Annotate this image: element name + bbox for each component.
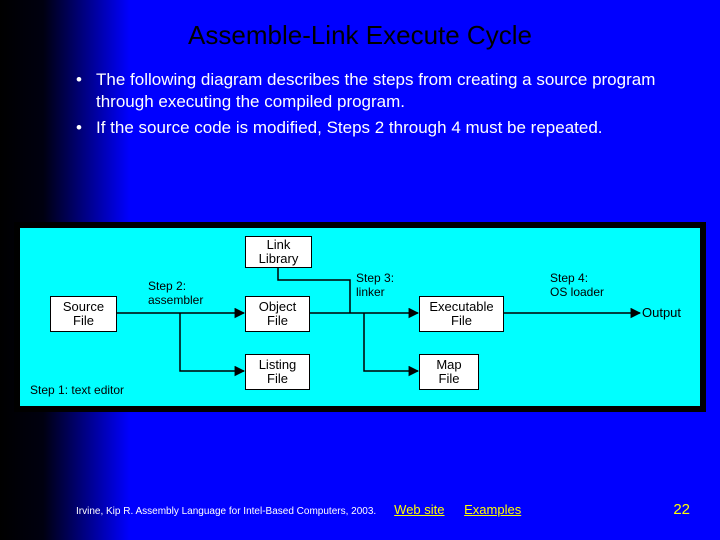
label-step4: Step 4:OS loader xyxy=(550,272,604,300)
bullet-item: The following diagram describes the step… xyxy=(76,69,676,113)
diagram-frame: SourceFile LinkLibrary ObjectFile Listin… xyxy=(14,222,706,412)
link-web-site[interactable]: Web site xyxy=(394,502,444,517)
bullet-item: If the source code is modified, Steps 2 … xyxy=(76,117,676,139)
slide-title: Assemble-Link Execute Cycle xyxy=(0,0,720,69)
footer: Irvine, Kip R. Assembly Language for Int… xyxy=(76,501,690,518)
bullet-list: The following diagram describes the step… xyxy=(0,69,720,138)
box-link-library: LinkLibrary xyxy=(245,236,312,268)
label-step2: Step 2:assembler xyxy=(148,280,203,308)
link-examples[interactable]: Examples xyxy=(464,502,521,517)
page-number: 22 xyxy=(673,501,690,518)
label-step3: Step 3:linker xyxy=(356,272,394,300)
box-executable-file: ExecutableFile xyxy=(419,296,504,332)
box-object-file: ObjectFile xyxy=(245,296,310,332)
citation: Irvine, Kip R. Assembly Language for Int… xyxy=(76,506,376,517)
label-step1: Step 1: text editor xyxy=(30,384,124,398)
box-listing-file: ListingFile xyxy=(245,354,310,390)
diagram-arrows xyxy=(20,228,700,406)
box-map-file: MapFile xyxy=(419,354,479,390)
diagram-canvas: SourceFile LinkLibrary ObjectFile Listin… xyxy=(20,228,700,406)
box-source-file: SourceFile xyxy=(50,296,117,332)
label-output: Output xyxy=(642,305,681,320)
